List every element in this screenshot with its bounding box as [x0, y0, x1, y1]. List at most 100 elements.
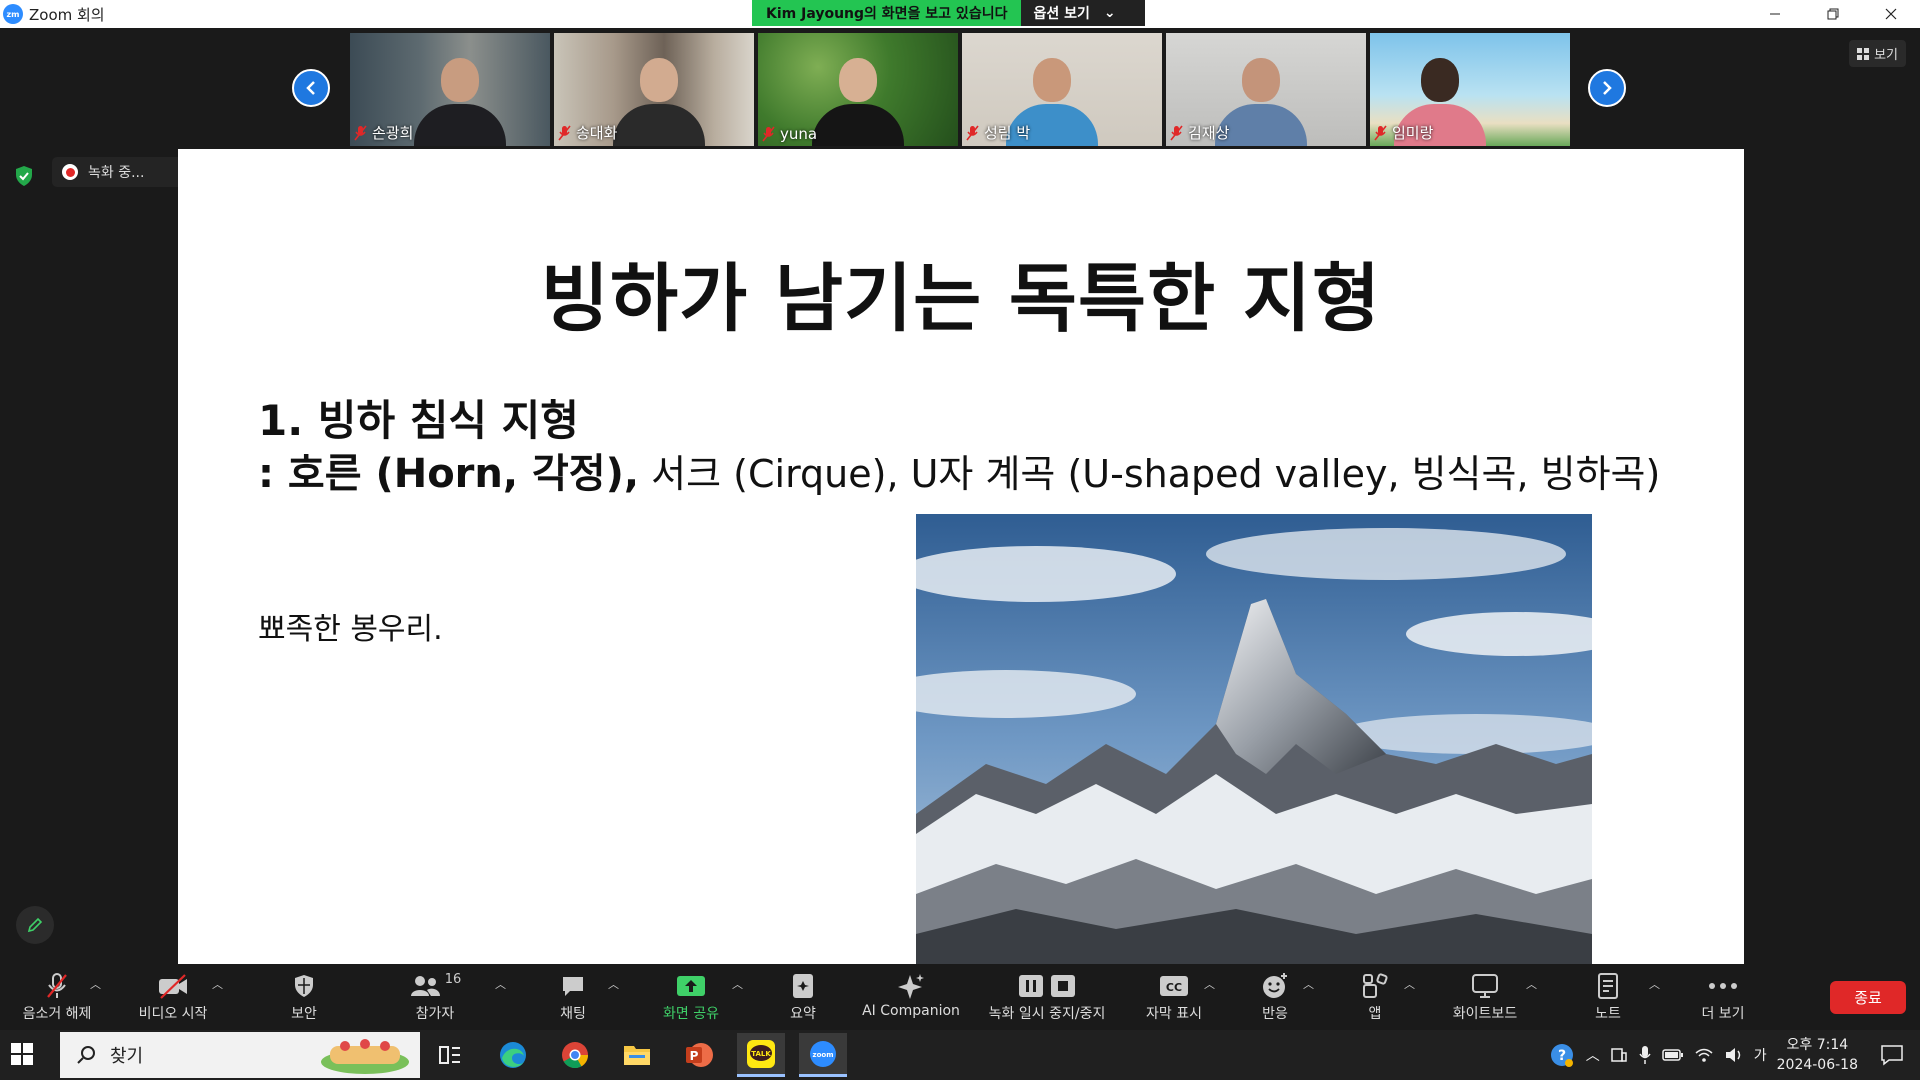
share-options-caret[interactable]: ︿ [732, 976, 743, 992]
window-controls [1746, 0, 1920, 28]
participant-video-tile[interactable]: 임미랑 [1370, 33, 1570, 146]
zoom-app-taskbar-icon: zoom [810, 1040, 836, 1067]
captions-options-caret[interactable]: ︿ [1204, 976, 1215, 992]
device-icon[interactable] [1610, 1046, 1628, 1064]
title-bar: zm Zoom 회의 Kim Jayoung의 화면을 보고 있습니다 옵션 보… [0, 0, 1920, 28]
powerpoint-icon: P [686, 1043, 713, 1067]
slide-title: 빙하가 남기는 독특한 지형 [540, 256, 1382, 342]
participants-button[interactable]: 16 참가자 [380, 972, 490, 1023]
kakaotalk-taskbar-button[interactable]: TALK [737, 1033, 785, 1077]
notes-button[interactable]: 노트 [1553, 972, 1663, 1023]
chat-options-caret[interactable]: ︿ [608, 976, 619, 992]
share-screen-icon [677, 976, 705, 996]
slide-subheading-bold: : 호른 (Horn, 각정), [258, 451, 640, 497]
taskbar-search-box[interactable]: 찾기 [60, 1032, 420, 1078]
chrome-taskbar-button[interactable] [551, 1033, 599, 1077]
participant-count-badge: 16 [444, 972, 462, 987]
mic-muted-icon [1170, 125, 1183, 140]
notes-label: 노트 [1595, 1006, 1621, 1022]
whiteboard-options-caret[interactable]: ︿ [1526, 976, 1537, 992]
notes-options-caret[interactable]: ︿ [1649, 976, 1660, 992]
whiteboard-button[interactable]: 화이트보드 [1430, 972, 1540, 1023]
pause-icon [1019, 975, 1043, 997]
slide-subheading: : 호른 (Horn, 각정), 서크 (Cirque), U자 계곡 (U-s… [258, 441, 1660, 499]
more-dots-icon [1709, 983, 1737, 989]
annotate-button[interactable] [16, 906, 54, 944]
encryption-shield-icon[interactable] [14, 165, 34, 187]
summary-label: 요약 [790, 1006, 816, 1022]
chevron-left-icon [306, 81, 315, 95]
window-title: Zoom 회의 [29, 5, 105, 24]
participant-video-tile[interactable]: 송대화 [554, 33, 754, 146]
powerpoint-taskbar-button[interactable]: P [675, 1033, 723, 1077]
notification-center-icon[interactable] [1880, 1044, 1904, 1066]
mountain-photo [916, 514, 1592, 964]
apps-label: 앱 [1368, 1006, 1382, 1022]
participant-video-tile[interactable]: 손광희 [350, 33, 550, 146]
close-icon [1885, 8, 1897, 20]
close-button[interactable] [1862, 0, 1920, 28]
chevron-down-icon: ⌄ [1103, 5, 1116, 21]
zoom-taskbar-button[interactable]: zoom [799, 1033, 847, 1077]
edge-taskbar-button[interactable] [489, 1033, 537, 1077]
participant-video-tile[interactable]: 성림 박 [962, 33, 1162, 146]
reactions-options-caret[interactable]: ︿ [1303, 976, 1314, 992]
audio-options-caret[interactable]: ︿ [90, 976, 101, 992]
participant-strip: 손광희 송대화 yuna 성림 박 김재상 임미랑 [350, 33, 1570, 146]
slide-heading: 1. 빙하 침식 지형 [258, 396, 579, 445]
matterhorn-image [916, 514, 1592, 964]
svg-text:?: ? [1558, 1048, 1566, 1064]
show-hidden-icons-caret[interactable]: ︿ [1586, 1045, 1600, 1065]
share-screen-button[interactable]: 화면 공유 [636, 972, 746, 1023]
view-layout-button[interactable]: 보기 [1849, 40, 1906, 67]
microphone-icon[interactable] [1638, 1045, 1652, 1065]
recording-control-button[interactable]: 녹화 일시 중지/중지 [989, 972, 1105, 1023]
participant-name: 임미랑 [1392, 124, 1434, 142]
wifi-icon[interactable] [1694, 1047, 1714, 1063]
participant-video-tile[interactable]: yuna [758, 33, 958, 146]
kakaotalk-icon: TALK [747, 1039, 775, 1068]
participant-name-tag: 손광희 [354, 122, 413, 143]
reactions-label: 반응 [1262, 1006, 1288, 1022]
volume-icon[interactable] [1724, 1047, 1744, 1063]
security-label: 보안 [291, 1006, 317, 1022]
search-highlight-illustration [321, 1039, 409, 1074]
video-options-caret[interactable]: ︿ [212, 976, 223, 992]
end-meeting-button[interactable]: 종료 [1830, 981, 1906, 1014]
task-view-button[interactable] [426, 1033, 474, 1077]
help-icon[interactable]: ? [1548, 1041, 1576, 1069]
unmute-label: 음소거 해제 [22, 1006, 92, 1022]
file-explorer-taskbar-button[interactable] [613, 1033, 661, 1077]
mic-muted-icon [1374, 125, 1387, 140]
meeting-toolbar: 음소거 해제 ︿ 비디오 시작 ︿ 보안 16 참가자 ︿ 채팅 ︿ 화면 공유 [0, 964, 1920, 1030]
restore-icon [1827, 8, 1839, 20]
battery-icon[interactable] [1661, 1048, 1684, 1062]
mic-muted-icon [762, 126, 775, 142]
recording-dot-icon [62, 164, 78, 180]
restore-button[interactable] [1804, 0, 1862, 28]
windows-start-icon[interactable] [10, 1042, 34, 1066]
smiley-icon [1263, 973, 1287, 998]
mic-muted-icon [354, 125, 367, 140]
apps-options-caret[interactable]: ︿ [1404, 976, 1415, 992]
more-button[interactable]: 더 보기 [1668, 972, 1778, 1023]
zoom-app-icon: zm [3, 4, 23, 24]
share-screen-label: 화면 공유 [663, 1006, 719, 1022]
task-view-icon [439, 1046, 460, 1064]
participants-options-caret[interactable]: ︿ [495, 976, 506, 992]
folder-icon [624, 1046, 650, 1065]
security-button[interactable]: 보안 [249, 972, 359, 1023]
summary-button[interactable]: 요약 [748, 972, 858, 1023]
next-participants-button[interactable] [1588, 69, 1626, 107]
previous-participants-button[interactable] [292, 69, 330, 107]
chevron-right-icon [1603, 81, 1612, 95]
ime-indicator[interactable]: 가 [1754, 1045, 1767, 1065]
ai-companion-button[interactable]: AI Companion [856, 972, 966, 1019]
minimize-button[interactable] [1746, 0, 1804, 28]
taskbar-clock[interactable]: 오후 7:14 2024-06-18 [1777, 1035, 1858, 1075]
participant-name: 김재상 [1188, 124, 1230, 142]
mic-muted-icon [966, 125, 979, 140]
participant-video-tile[interactable]: 김재상 [1166, 33, 1366, 146]
sparkle-icon [898, 974, 924, 999]
view-options-button[interactable]: 옵션 보기 ⌄ [1021, 0, 1146, 26]
